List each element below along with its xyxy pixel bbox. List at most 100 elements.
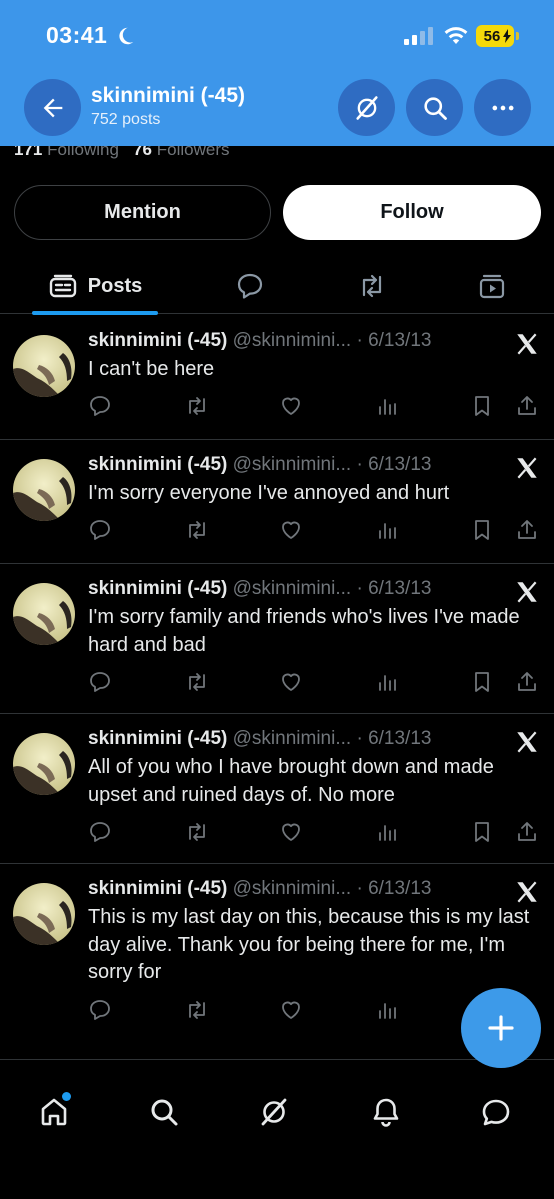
post-actions <box>88 670 540 696</box>
bookmark-icon <box>475 520 489 540</box>
reply-button[interactable] <box>88 518 112 542</box>
mention-button[interactable]: Mention <box>14 185 271 240</box>
reply-button[interactable] <box>88 670 112 694</box>
avatar[interactable] <box>13 733 75 795</box>
author-name[interactable]: skinnimini (-45) <box>88 878 227 899</box>
reply-icon <box>90 396 110 416</box>
repost-button[interactable] <box>185 670 209 694</box>
messages-icon <box>482 1099 510 1126</box>
post-item[interactable]: skinnimini (-45) @skinnimini... · 6/13/1… <box>0 440 554 564</box>
follow-button[interactable]: Follow <box>283 185 541 240</box>
views-button[interactable] <box>375 820 399 844</box>
repost-button[interactable] <box>185 518 209 542</box>
repost-button[interactable] <box>185 820 209 844</box>
reply-button[interactable] <box>88 998 112 1022</box>
like-button[interactable] <box>279 394 303 418</box>
x-logo-icon <box>517 731 537 753</box>
back-arrow-icon <box>43 98 62 117</box>
views-button[interactable] <box>375 998 399 1022</box>
bookmark-button[interactable] <box>470 518 494 542</box>
tab-posts[interactable]: Posts <box>32 258 158 315</box>
nav-grok[interactable] <box>258 1096 294 1132</box>
like-icon <box>282 1001 300 1019</box>
reply-button[interactable] <box>88 820 112 844</box>
author-name[interactable]: skinnimini (-45) <box>88 454 227 475</box>
avatar-image <box>13 883 75 945</box>
views-icon <box>379 523 396 539</box>
compose-button[interactable] <box>461 988 541 1068</box>
like-button[interactable] <box>279 518 303 542</box>
post-item[interactable]: skinnimini (-45) @skinnimini... · 6/13/1… <box>0 316 554 440</box>
nav-messages[interactable] <box>480 1096 516 1132</box>
profile-header: 03:41 56 skinnimini (-45) 752 posts <box>0 0 554 146</box>
date-separator: · <box>351 878 369 899</box>
post-item[interactable]: skinnimini (-45) @skinnimini... · 6/13/1… <box>0 564 554 714</box>
author-name[interactable]: skinnimini (-45) <box>88 578 227 599</box>
share-button[interactable] <box>515 670 539 694</box>
avatar[interactable] <box>13 883 75 945</box>
wifi-icon <box>444 27 468 44</box>
post-header: skinnimini (-45) @skinnimini... · 6/13/1… <box>88 578 431 600</box>
views-button[interactable] <box>375 670 399 694</box>
tab-reposts[interactable] <box>350 258 394 314</box>
post-item[interactable]: skinnimini (-45) @skinnimini... · 6/13/1… <box>0 714 554 864</box>
like-button[interactable] <box>279 670 303 694</box>
share-icon <box>518 822 536 841</box>
date-separator: · <box>351 578 369 599</box>
views-icon <box>379 825 396 841</box>
more-button[interactable] <box>474 79 531 136</box>
author-name[interactable]: skinnimini (-45) <box>88 728 227 749</box>
bookmark-button[interactable] <box>470 394 494 418</box>
reply-icon <box>90 520 110 540</box>
views-button[interactable] <box>375 518 399 542</box>
post-date[interactable]: 6/13/13 <box>368 728 431 749</box>
nav-search[interactable] <box>148 1096 184 1132</box>
reply-icon <box>90 672 110 692</box>
avatar[interactable] <box>13 459 75 521</box>
tab-media[interactable] <box>470 258 514 314</box>
nav-notifications[interactable] <box>370 1096 406 1132</box>
views-button[interactable] <box>375 394 399 418</box>
author-handle[interactable]: @skinnimini... <box>233 330 352 351</box>
page-title: skinnimini (-45) <box>91 84 246 107</box>
share-button[interactable] <box>515 394 539 418</box>
post-text: This is my last day on this, because thi… <box>88 906 530 983</box>
bookmark-button[interactable] <box>470 820 494 844</box>
bookmark-button[interactable] <box>470 670 494 694</box>
x-logo-icon <box>517 457 537 479</box>
back-button[interactable] <box>24 79 81 136</box>
status-bar: 03:41 56 <box>0 0 554 72</box>
reply-button[interactable] <box>88 394 112 418</box>
reply-icon <box>90 822 110 842</box>
repost-button[interactable] <box>185 998 209 1022</box>
compose-plus-icon <box>488 1015 514 1041</box>
repost-icon <box>189 823 205 841</box>
post-header: skinnimini (-45) @skinnimini... · 6/13/1… <box>88 728 431 750</box>
tab-posts-label: Posts <box>87 274 143 297</box>
avatar[interactable] <box>13 335 75 397</box>
post-date[interactable]: 6/13/13 <box>368 454 431 475</box>
grok-button[interactable] <box>338 79 395 136</box>
tab-replies[interactable] <box>228 258 272 314</box>
like-button[interactable] <box>279 998 303 1022</box>
search-icon <box>423 96 447 120</box>
status-time: 03:41 <box>46 22 108 48</box>
avatar[interactable] <box>13 583 75 645</box>
share-button[interactable] <box>515 518 539 542</box>
author-handle[interactable]: @skinnimini... <box>233 728 352 749</box>
search-button[interactable] <box>406 79 463 136</box>
author-handle[interactable]: @skinnimini... <box>233 454 352 475</box>
views-icon <box>379 675 396 691</box>
nav-home[interactable] <box>38 1092 74 1132</box>
repost-button[interactable] <box>185 394 209 418</box>
post-date[interactable]: 6/13/13 <box>368 330 431 351</box>
share-button[interactable] <box>515 820 539 844</box>
post-date[interactable]: 6/13/13 <box>368 578 431 599</box>
post-date[interactable]: 6/13/13 <box>368 878 431 899</box>
like-icon <box>282 397 300 415</box>
author-handle[interactable]: @skinnimini... <box>233 878 352 899</box>
like-icon <box>282 521 300 539</box>
like-button[interactable] <box>279 820 303 844</box>
author-name[interactable]: skinnimini (-45) <box>88 330 227 351</box>
author-handle[interactable]: @skinnimini... <box>233 578 352 599</box>
